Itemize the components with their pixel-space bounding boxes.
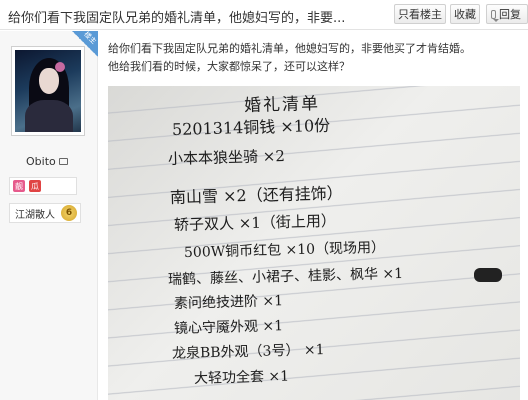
handwritten-line: 龙泉BB外观（3号） ×1 [171, 342, 325, 362]
badge-icon[interactable]: 瓜 [29, 180, 41, 192]
scribble-mark [474, 268, 502, 282]
handwritten-line: 小本本狼坐骑 ×2 [167, 146, 286, 168]
view-landlord-only-button[interactable]: 只看楼主 [394, 4, 446, 24]
post-text-line: 他给我们看的时候，大家都惊呆了，还可以这样？ [108, 60, 350, 73]
handwritten-line: 5201314铜钱 ×10份 [171, 115, 331, 139]
username[interactable]: Obito [26, 155, 68, 168]
handwritten-line: 轿子双人 ×1（街上用） [173, 211, 337, 234]
reply-label: 回复 [499, 8, 521, 21]
level-badge-icon: 6 [61, 205, 77, 221]
user-badges: 靓 瓜 [9, 177, 77, 195]
badge-icon[interactable]: 靓 [13, 180, 25, 192]
thread-header: 给你们看下我固定队兄弟的婚礼清单，他媳妇写的，非要... 只看楼主 收藏 回复 [0, 0, 528, 30]
username-label: Obito [26, 155, 56, 168]
handwritten-line: 素问绝技进阶 ×1 [173, 293, 284, 312]
wedding-list-photo[interactable]: 婚礼清单 5201314铜钱 ×10份 小本本狼坐骑 ×2 南山雪 ×2（还有挂… [108, 86, 520, 400]
handwritten-line: 南山雪 ×2（还有挂饰） [169, 183, 343, 207]
landlord-corner-tag: 楼主 [72, 30, 98, 57]
user-info-panel: 楼主 Obito 靓 瓜 江湖散人 6 [0, 30, 98, 400]
reply-button[interactable]: 回复 [486, 4, 528, 24]
handwritten-line: 镜心守魇外观 ×1 [173, 318, 284, 337]
post-body: 给你们看下我固定队兄弟的婚礼清单，他媳妇写的，非要他买了才肯结婚。 他给我们看的… [108, 40, 520, 76]
avatar-frame[interactable] [11, 46, 85, 136]
rank-title: 江湖散人 [15, 209, 55, 221]
post-text-line: 给你们看下我固定队兄弟的婚礼清单，他媳妇写的，非要他买了才肯结婚。 [108, 42, 471, 55]
avatar [15, 50, 81, 132]
handwritten-line: 大轻功全套 ×1 [193, 368, 290, 387]
favorite-button[interactable]: 收藏 [450, 4, 480, 24]
profile-card-icon [58, 158, 68, 165]
reply-icon [491, 9, 499, 22]
corner-tag-label: 楼主 [82, 30, 98, 46]
thread-title: 给你们看下我固定队兄弟的婚礼清单，他媳妇写的，非要... [8, 11, 346, 26]
user-rank: 江湖散人 6 [9, 203, 81, 223]
handwritten-line: … [197, 389, 213, 400]
